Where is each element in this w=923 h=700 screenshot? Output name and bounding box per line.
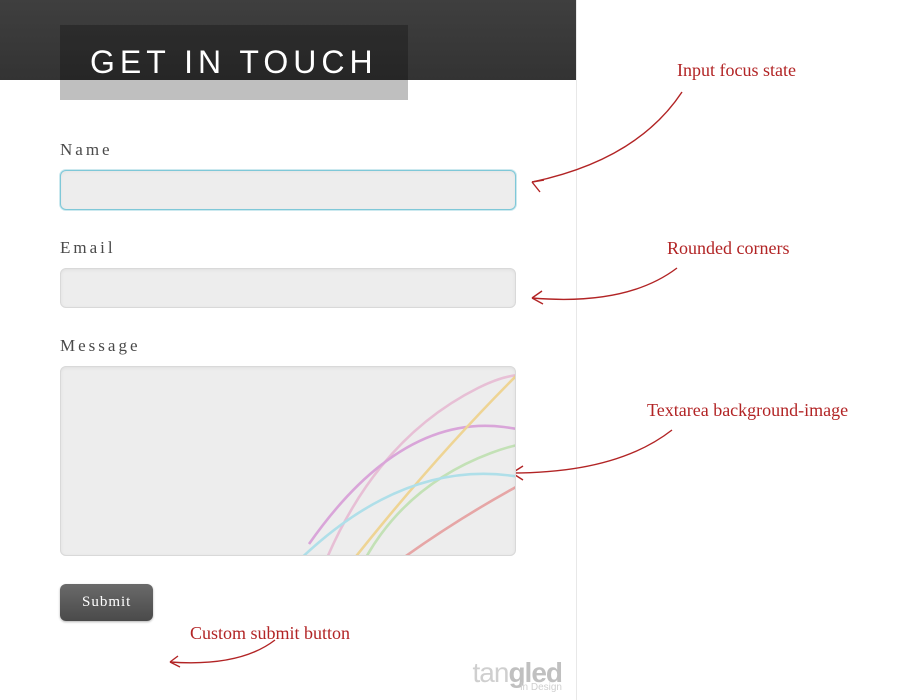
name-label: Name — [60, 140, 516, 160]
email-field-row: Email — [60, 238, 516, 308]
page-title: GET IN TOUCH — [90, 44, 378, 81]
message-label: Message — [60, 336, 516, 356]
annotation-focus-text: Input focus state — [677, 60, 796, 81]
submit-button[interactable]: Submit — [60, 584, 153, 621]
header-title-box: GET IN TOUCH — [60, 25, 408, 100]
submit-row: Submit — [60, 584, 516, 621]
name-field-row: Name — [60, 140, 516, 210]
page-header: GET IN TOUCH — [0, 0, 576, 80]
message-field-row: Message — [60, 336, 516, 556]
form-panel: GET IN TOUCH Name Email Message — [0, 0, 577, 700]
message-input[interactable] — [60, 366, 516, 556]
textarea-wrapper — [60, 366, 516, 556]
brand-light: tan — [473, 657, 509, 688]
name-input[interactable] — [60, 170, 516, 210]
contact-form: Name Email Message — [0, 80, 576, 621]
arrow-submit-icon — [150, 632, 290, 682]
email-input[interactable] — [60, 268, 516, 308]
annotation-rounded-text: Rounded corners — [667, 238, 789, 259]
email-label: Email — [60, 238, 516, 258]
annotations-panel: Input focus state Rounded corners Textar… — [577, 0, 923, 700]
brand-logo: tangled in Design — [473, 660, 563, 692]
annotation-textarea-text: Textarea background-image — [647, 400, 848, 421]
